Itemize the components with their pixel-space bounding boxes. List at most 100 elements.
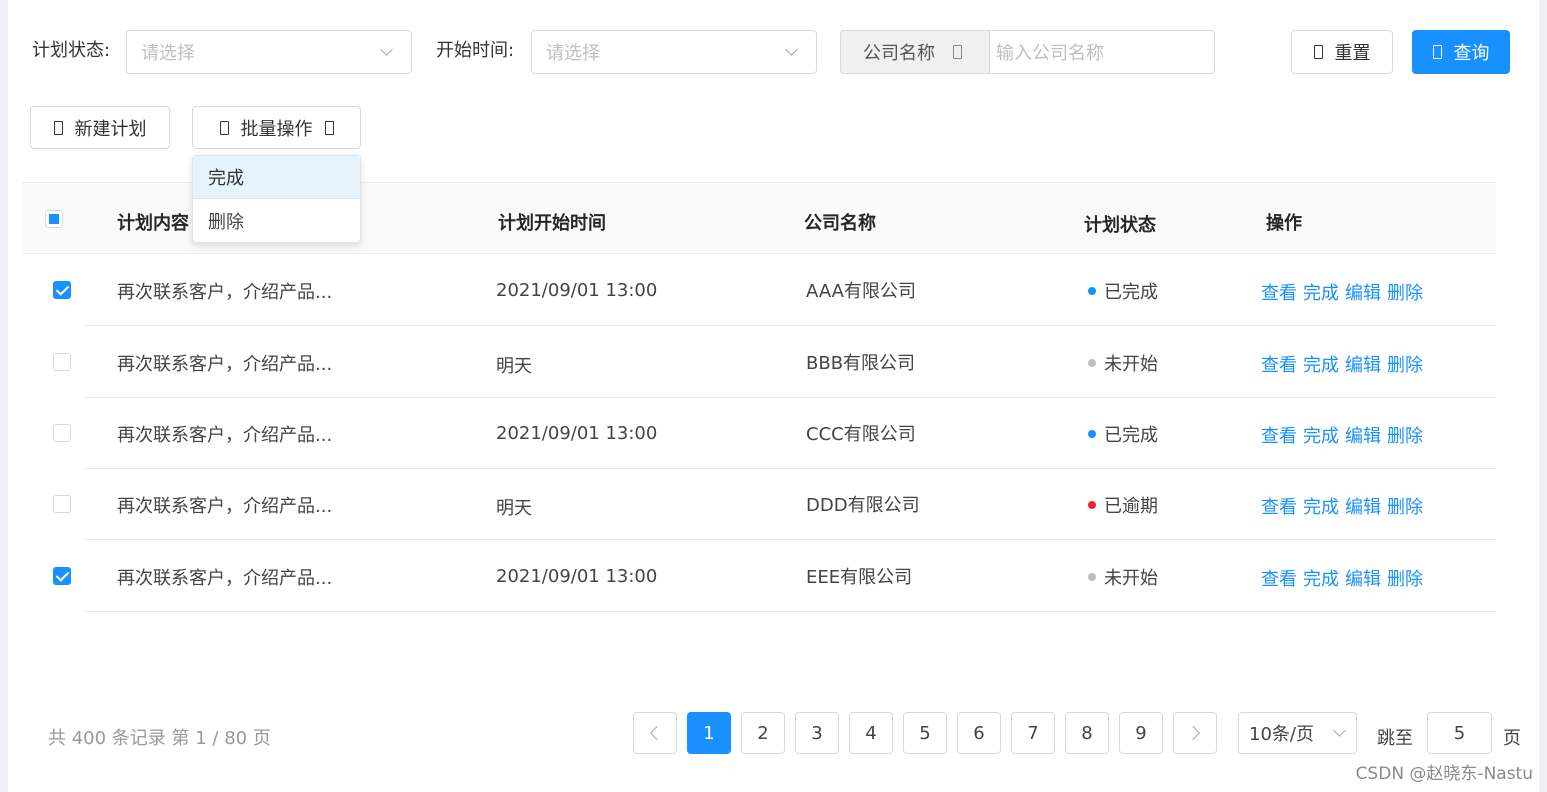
watermark-text: CSDN @赵晓东-Nastu (1355, 764, 1533, 784)
view-link[interactable]: 查看 (1261, 283, 1297, 304)
actions-cell: 查看 完成 编辑 删除 (1261, 565, 1429, 591)
company-name-input[interactable]: 输入公司名称 (989, 30, 1215, 74)
delete-link[interactable]: 删除 (1387, 355, 1423, 376)
edit-link[interactable]: 编辑 (1345, 283, 1381, 304)
status-dot-icon (1088, 430, 1096, 438)
menu-item-delete[interactable]: 删除 (193, 199, 360, 242)
search-icon (1432, 45, 1442, 59)
row-checkbox[interactable] (53, 281, 71, 299)
page-button-8[interactable]: 8 (1065, 712, 1109, 754)
start-time-label: 开始时间: (436, 40, 515, 61)
chevron-down-icon (785, 43, 798, 56)
delete-link[interactable]: 删除 (1387, 283, 1423, 304)
plan-content-cell: 再次联系客户，介绍产品... (117, 568, 333, 589)
page-size-select[interactable]: 10条/页 (1238, 712, 1357, 754)
start-time-cell: 2021/09/01 13:00 (496, 423, 658, 444)
pagination-summary: 共 400 条记录 第 1 / 80 页 (48, 728, 271, 749)
menu-item-complete[interactable]: 完成 (193, 156, 360, 199)
plus-icon (53, 120, 63, 135)
view-link[interactable]: 查看 (1261, 569, 1297, 590)
edit-link[interactable]: 编辑 (1345, 569, 1381, 590)
page-button-5[interactable]: 5 (903, 712, 947, 754)
complete-link[interactable]: 完成 (1303, 497, 1339, 518)
complete-link[interactable]: 完成 (1303, 426, 1339, 447)
plan-status-select[interactable]: 请选择 (126, 30, 412, 74)
chevron-down-icon (1333, 724, 1346, 737)
prev-page-button[interactable] (633, 712, 677, 754)
start-time-cell: 明天 (496, 498, 532, 519)
new-plan-button[interactable]: 新建计划 (30, 106, 170, 149)
table-row: 再次联系客户，介绍产品... 2021/09/01 13:00 CCC有限公司 已完成… (84, 397, 1496, 469)
edit-link[interactable]: 编辑 (1345, 426, 1381, 447)
reset-button-label: 重置 (1334, 43, 1371, 64)
plan-content-cell: 再次联系客户，介绍产品... (117, 282, 333, 303)
page-suffix: 页 (1503, 728, 1521, 749)
batch-operation-button[interactable]: 批量操作 (192, 106, 361, 149)
row-checkbox[interactable] (53, 567, 71, 585)
page-button-4[interactable]: 4 (849, 712, 893, 754)
reset-button[interactable]: 重置 (1291, 30, 1393, 74)
page-button-9[interactable]: 9 (1119, 712, 1163, 754)
company-name-cell: EEE有限公司 (806, 567, 913, 588)
start-time-cell: 2021/09/01 13:00 (496, 566, 658, 587)
new-plan-label: 新建计划 (74, 118, 147, 140)
status-cell: 已完成 (1088, 421, 1158, 447)
query-button[interactable]: 查询 (1412, 30, 1510, 74)
plan-content-cell: 再次联系客户，介绍产品... (117, 425, 333, 446)
jump-page-input[interactable]: 5 (1427, 712, 1492, 754)
company-addon[interactable]: 公司名称 (840, 30, 989, 74)
select-all-checkbox[interactable] (45, 210, 63, 228)
delete-link[interactable]: 删除 (1387, 569, 1423, 590)
table-row: 再次联系客户，介绍产品... 明天 BBB有限公司 未开始 查看 完成 编辑 删除 (84, 326, 1496, 398)
edit-link[interactable]: 编辑 (1345, 355, 1381, 376)
status-text: 已完成 (1104, 425, 1158, 446)
select-icon (953, 45, 962, 59)
status-cell: 未开始 (1088, 564, 1158, 590)
jump-label: 跳至 (1377, 728, 1413, 749)
status-dot-icon (1088, 573, 1096, 581)
actions-cell: 查看 完成 编辑 删除 (1261, 493, 1429, 519)
batch-operation-menu: 完成 删除 (192, 155, 361, 243)
status-text: 未开始 (1104, 568, 1158, 589)
page-button-6[interactable]: 6 (957, 712, 1001, 754)
view-link[interactable]: 查看 (1261, 426, 1297, 447)
page-button-1[interactable]: 1 (687, 712, 731, 754)
page-size-value: 10条/页 (1249, 724, 1314, 745)
view-link[interactable]: 查看 (1261, 355, 1297, 376)
plan-status-placeholder: 请选择 (141, 43, 195, 64)
header-plan-status: 计划状态 (1084, 215, 1156, 236)
query-button-label: 查询 (1453, 43, 1490, 64)
row-checkbox[interactable] (53, 353, 71, 371)
next-page-button[interactable] (1173, 712, 1217, 754)
delete-link[interactable]: 删除 (1387, 497, 1423, 518)
complete-link[interactable]: 完成 (1303, 569, 1339, 590)
chevron-down-icon (380, 43, 393, 56)
row-checkbox[interactable] (53, 495, 71, 513)
header-start-time: 计划开始时间 (498, 213, 606, 234)
complete-link[interactable]: 完成 (1303, 355, 1339, 376)
plan-content-cell: 再次联系客户，介绍产品... (117, 354, 333, 375)
batch-icon (219, 120, 229, 135)
chevron-down-icon (324, 120, 334, 135)
view-link[interactable]: 查看 (1261, 497, 1297, 518)
status-dot-icon (1088, 359, 1096, 367)
status-text: 已逾期 (1104, 496, 1158, 517)
row-checkbox[interactable] (53, 424, 71, 442)
page-button-3[interactable]: 3 (795, 712, 839, 754)
status-dot-icon (1088, 501, 1096, 509)
table-row: 再次联系客户，介绍产品... 2021/09/01 13:00 EEE有限公司 未开始… (84, 540, 1496, 612)
actions-cell: 查看 完成 编辑 删除 (1261, 422, 1429, 448)
start-time-select[interactable]: 请选择 (531, 30, 817, 74)
page-button-2[interactable]: 2 (741, 712, 785, 754)
status-text: 未开始 (1104, 354, 1158, 375)
complete-link[interactable]: 完成 (1303, 283, 1339, 304)
company-name-cell: AAA有限公司 (806, 281, 916, 302)
jump-page-value: 5 (1453, 722, 1466, 744)
reset-icon (1313, 45, 1323, 59)
delete-link[interactable]: 删除 (1387, 426, 1423, 447)
edit-link[interactable]: 编辑 (1345, 497, 1381, 518)
company-name-cell: DDD有限公司 (806, 495, 920, 516)
page-button-7[interactable]: 7 (1011, 712, 1055, 754)
start-time-cell: 明天 (496, 356, 532, 377)
company-addon-label: 公司名称 (863, 43, 935, 64)
